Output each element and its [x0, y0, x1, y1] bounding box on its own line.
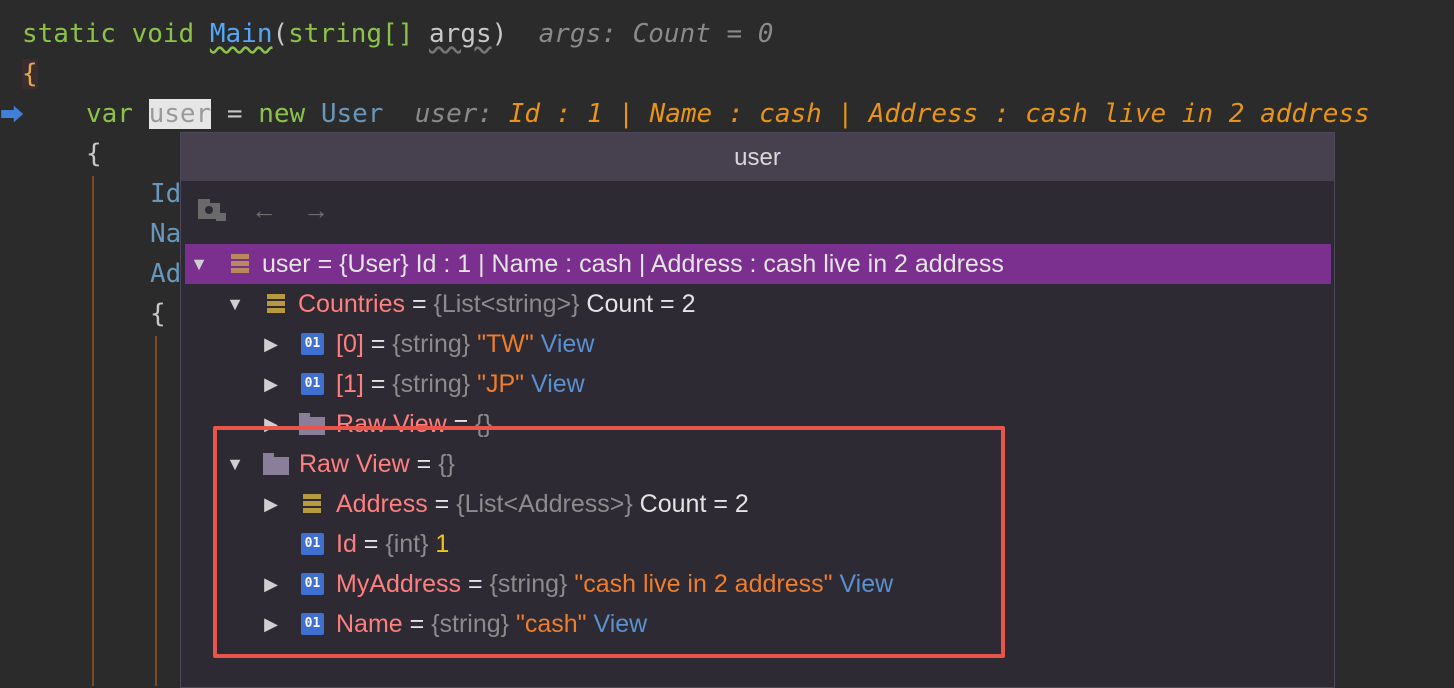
expand-arrow-icon[interactable]: ▶: [261, 364, 281, 404]
code-line-3: var user = new User user: Id : 1 | Name …: [86, 94, 1370, 134]
paren-close: ): [491, 19, 508, 49]
assign-operator: =: [226, 99, 243, 129]
tree-row-user[interactable]: ▼ user = {User} Id : 1 | Name : cash | A…: [185, 244, 1331, 284]
var-type: {List<string>}: [433, 290, 580, 318]
popup-title[interactable]: user: [181, 133, 1334, 181]
var-name: user: [262, 250, 311, 278]
forward-arrow-icon[interactable]: →: [299, 195, 333, 225]
selected-variable[interactable]: user: [148, 99, 212, 129]
inline-hint-label: args:: [538, 19, 617, 49]
var-name: [1]: [336, 370, 364, 398]
code-line-5: Id: [150, 174, 181, 214]
pin-folder-icon[interactable]: [195, 195, 229, 225]
list-icon: [229, 253, 252, 275]
var-name: [0]: [336, 330, 364, 358]
var-type: {string}: [392, 330, 471, 358]
open-brace: {: [150, 299, 166, 329]
inline-hint-label: user:: [414, 99, 494, 129]
view-link[interactable]: View: [541, 330, 595, 358]
collapse-arrow-icon[interactable]: ▼: [189, 244, 209, 284]
back-arrow-icon[interactable]: ←: [247, 195, 281, 225]
equals: =: [405, 290, 434, 318]
var-value: "TW": [470, 330, 534, 358]
keyword-static: static: [22, 19, 116, 49]
inline-hint-value: Id : 1 | Name : cash | Address : cash li…: [508, 99, 1370, 129]
code-line-7: Ad: [150, 254, 181, 294]
var-type: {string}: [392, 370, 471, 398]
tree-row-countries[interactable]: ▼ Countries = {List<string>} Count = 2: [185, 284, 1331, 324]
var-value: Count = 2: [579, 290, 696, 318]
list-icon: [265, 293, 288, 315]
var-type: {User}: [339, 250, 409, 278]
collapse-arrow-icon[interactable]: ▼: [225, 284, 245, 324]
open-brace: {: [22, 59, 38, 89]
indent-guide: [92, 176, 94, 686]
code-line-2: {: [22, 54, 38, 94]
primitive-icon: 01: [301, 333, 324, 355]
method-name[interactable]: Main: [210, 19, 273, 49]
indent-guide: [155, 336, 157, 686]
code-fragment: Ad: [150, 259, 182, 289]
code-line-8: {: [150, 294, 166, 334]
inline-hint-value: Count = 0: [632, 19, 774, 49]
popup-toolbar: ← →: [181, 181, 1334, 237]
param-type: string[]: [288, 19, 414, 49]
highlight-annotation-box: [213, 426, 1005, 658]
primitive-icon: 01: [301, 373, 324, 395]
var-value: "JP": [470, 370, 525, 398]
var-value: Id : 1 | Name : cash | Address : cash li…: [408, 250, 1004, 278]
code-fragment: Id: [150, 179, 182, 209]
view-link[interactable]: View: [531, 370, 585, 398]
tree-row-item-0[interactable]: ▶ 01 [0] = {string} "TW" View: [185, 324, 1331, 364]
code-line-6: Na: [150, 214, 181, 254]
open-brace: {: [86, 139, 102, 169]
tree-row-item-1[interactable]: ▶ 01 [1] = {string} "JP" View: [185, 364, 1331, 404]
keyword-void: void: [131, 19, 195, 49]
equals: =: [310, 250, 340, 278]
code-fragment: Na: [150, 219, 182, 249]
keyword-new: new: [258, 99, 306, 129]
type-name: User: [320, 99, 384, 129]
paren-open: (: [272, 19, 289, 49]
equals: =: [363, 370, 393, 398]
execution-point-icon: ⮕: [0, 101, 24, 129]
var-name: Countries: [298, 290, 405, 318]
code-line-1: static void Main(string[] args) args: Co…: [22, 14, 773, 54]
expand-arrow-icon[interactable]: ▶: [261, 324, 281, 364]
param-name[interactable]: args: [429, 19, 492, 49]
code-line-4: {: [86, 134, 102, 174]
keyword-var: var: [86, 99, 133, 129]
equals: =: [363, 330, 393, 358]
